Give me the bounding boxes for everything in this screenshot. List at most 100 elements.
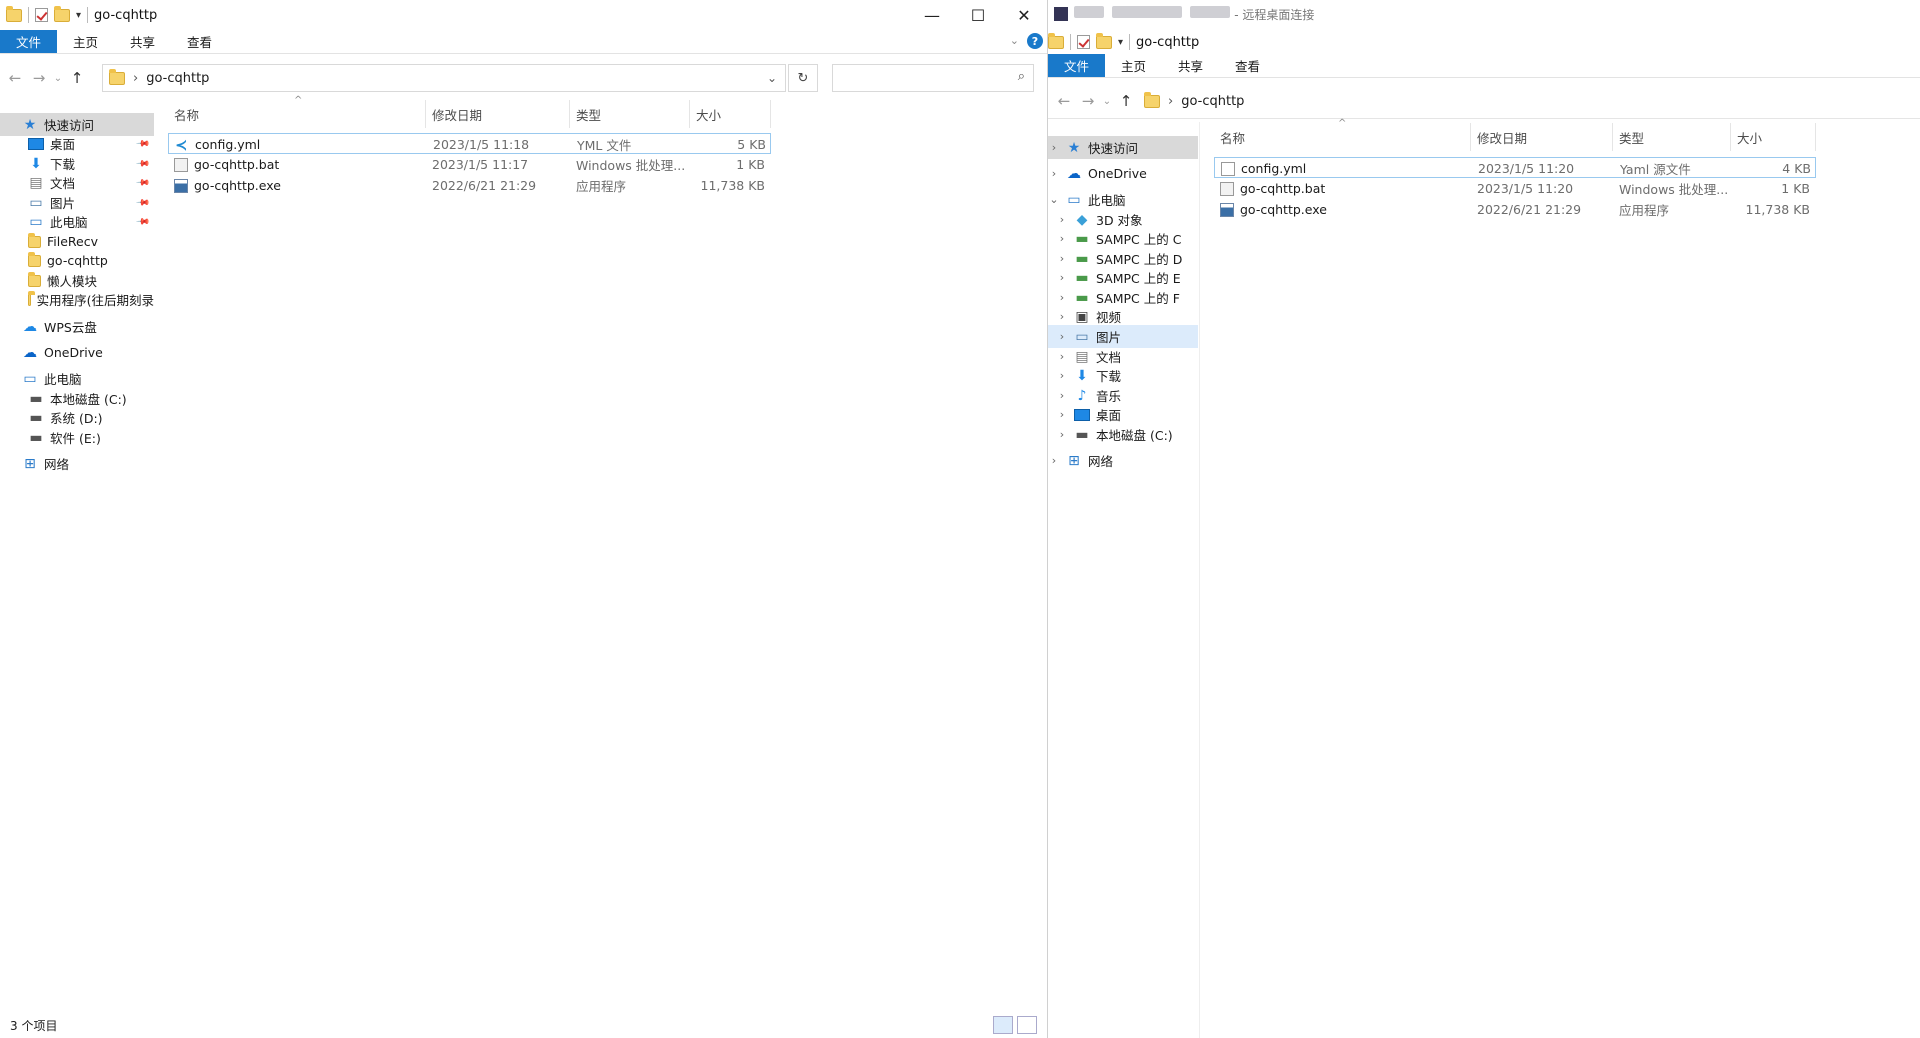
address-bar[interactable]: › go-cqhttp — [1144, 91, 1244, 109]
search-input[interactable]: ⌕ — [832, 64, 1034, 92]
nav-item[interactable]: ☁ OneDrive — [0, 341, 154, 364]
tab-home[interactable]: 主页 — [1105, 54, 1162, 77]
inner-title-bar[interactable]: ▾ go-cqhttp — [1048, 28, 1920, 56]
nav-item-label: 本地磁盘 (C:) — [1096, 428, 1173, 443]
new-folder-icon[interactable] — [1096, 32, 1112, 49]
back-button[interactable]: ← — [3, 69, 27, 87]
file-row[interactable]: go-cqhttp.bat 2023/1/5 11:20 Windows 批处理..… — [1214, 178, 1816, 199]
tab-view[interactable]: 查看 — [1219, 54, 1276, 77]
chevron-right-icon[interactable]: › — [1056, 271, 1068, 284]
customize-toolbar-icon[interactable]: ▾ — [76, 10, 81, 21]
chevron-right-icon[interactable]: › — [1056, 310, 1068, 323]
recent-locations-icon[interactable]: ⌄ — [1100, 96, 1114, 107]
customize-toolbar-icon[interactable]: ▾ — [1118, 37, 1123, 48]
file-row[interactable]: go-cqhttp.exe 2022/6/21 21:29 应用程序 11,738 K… — [168, 175, 771, 196]
details-view-icon[interactable] — [993, 1016, 1013, 1034]
column-type[interactable]: 类型 — [1613, 123, 1731, 151]
column-size[interactable]: 大小 — [690, 100, 771, 128]
nav-item[interactable]: › ▬ 本地磁盘 (C:) — [1048, 423, 1198, 446]
bat-icon — [1220, 181, 1234, 196]
up-button[interactable]: ↑ — [65, 69, 89, 87]
nav-item[interactable]: ▬ 软件 (E:) — [0, 426, 154, 449]
pin-icon: 📌 — [134, 174, 150, 191]
nav-item[interactable]: › ☁ OneDrive — [1048, 162, 1198, 185]
chevron-right-icon[interactable]: › — [1056, 350, 1068, 363]
nav-item[interactable]: › ★ 快速访问 — [1048, 136, 1198, 159]
chevron-right-icon[interactable]: › — [1056, 408, 1068, 421]
back-button[interactable]: ← — [1052, 92, 1076, 110]
onedrive-icon: ☁ — [1067, 165, 1081, 182]
column-name[interactable]: 名称 — [168, 100, 426, 128]
tab-home[interactable]: 主页 — [57, 30, 114, 53]
file-date-text: 2023/1/5 11:20 — [1477, 181, 1574, 196]
maximize-button[interactable]: ☐ — [955, 0, 1001, 30]
file-row[interactable]: go-cqhttp.bat 2023/1/5 11:17 Windows 批处理..… — [168, 154, 771, 175]
help-icon[interactable]: ? — [1027, 33, 1043, 49]
chevron-right-icon[interactable]: › — [1048, 454, 1060, 467]
properties-icon[interactable] — [1077, 35, 1090, 49]
remote-desktop-icon — [1054, 7, 1068, 21]
recent-locations-icon[interactable]: ⌄ — [51, 73, 65, 84]
tab-share[interactable]: 共享 — [114, 30, 171, 53]
refresh-icon: ↻ — [797, 70, 809, 86]
document-icon: ▤ — [1075, 348, 1089, 365]
chevron-right-icon[interactable]: › — [1048, 167, 1060, 180]
column-modified[interactable]: 修改日期 — [1471, 123, 1613, 151]
column-name[interactable]: 名称 — [1214, 123, 1471, 151]
nav-item-label: 此电脑 — [44, 372, 82, 387]
title-bar[interactable]: ▾ go-cqhttp — ☐ ✕ — [0, 0, 1047, 30]
minimize-button[interactable]: — — [909, 0, 955, 30]
pin-icon: 📌 — [134, 194, 150, 211]
address-dropdown-icon[interactable]: ⌄ — [767, 71, 777, 85]
nav-item[interactable]: ☁ WPS云盘 — [0, 315, 154, 338]
remote-title-bar[interactable]: - 远程桌面连接 — [1048, 0, 1920, 28]
yaml-icon — [1221, 161, 1235, 176]
up-button[interactable]: ↑ — [1114, 92, 1138, 110]
remote-desktop-window: - 远程桌面连接 ▾ go-cqhttp 文件 主页 共享 查看 ← → ⌄ ↑… — [1048, 0, 1920, 1038]
column-type[interactable]: 类型 — [570, 100, 690, 128]
expand-ribbon-icon[interactable]: ⌄ — [1010, 34, 1019, 47]
file-name-text: go-cqhttp.exe — [1240, 202, 1327, 217]
address-bar[interactable]: › go-cqhttp ⌄ — [102, 64, 786, 92]
nav-item[interactable]: 实用程序(往后期刻录 — [0, 288, 154, 311]
exe-icon — [174, 178, 188, 193]
nav-item[interactable]: ⊞ 网络 — [0, 452, 154, 475]
close-button[interactable]: ✕ — [1001, 0, 1047, 30]
file-row[interactable]: ≺ config.yml 2023/1/5 11:18 YML 文件 5 KB — [168, 133, 771, 154]
nav-item-label: SAMPC 上的 C — [1096, 232, 1182, 247]
ribbon-tabs: 文件 主页 共享 查看 — [1048, 54, 1920, 78]
chevron-right-icon[interactable]: › — [1056, 291, 1068, 304]
chevron-right-icon[interactable]: › — [1056, 428, 1068, 441]
chevron-right-icon[interactable]: › — [1056, 369, 1068, 382]
nav-item[interactable]: › ⊞ 网络 — [1048, 449, 1198, 472]
download-icon: ⬇ — [1076, 367, 1088, 384]
chevron-right-icon[interactable]: › — [1056, 330, 1068, 343]
properties-icon[interactable] — [35, 8, 48, 22]
large-icons-view-icon[interactable] — [1017, 1016, 1037, 1034]
column-modified[interactable]: 修改日期 — [426, 100, 570, 128]
chevron-down-icon[interactable]: ⌄ — [1048, 193, 1060, 206]
file-size-text: 5 KB — [737, 137, 766, 152]
new-folder-icon[interactable] — [54, 5, 70, 22]
tab-share[interactable]: 共享 — [1162, 54, 1219, 77]
network-icon: ⊞ — [1068, 452, 1080, 469]
tab-file[interactable]: 文件 — [1048, 54, 1106, 77]
forward-button[interactable]: → — [27, 69, 51, 87]
breadcrumb[interactable]: go-cqhttp — [146, 71, 209, 86]
chevron-right-icon[interactable]: › — [1056, 232, 1068, 245]
column-size[interactable]: 大小 — [1731, 123, 1816, 151]
nav-item-label: WPS云盘 — [44, 320, 97, 335]
file-type-text: 应用程序 — [576, 179, 627, 194]
chevron-right-icon[interactable]: › — [1056, 213, 1068, 226]
file-row[interactable]: config.yml 2023/1/5 11:20 Yaml 源文件 4 KB — [1214, 157, 1816, 178]
tab-view[interactable]: 查看 — [171, 30, 228, 53]
chevron-right-icon[interactable]: › — [1056, 252, 1068, 265]
breadcrumb[interactable]: go-cqhttp — [1181, 94, 1244, 109]
chevron-right-icon[interactable]: › — [1048, 141, 1060, 154]
tab-file[interactable]: 文件 — [0, 30, 58, 53]
chevron-right-icon[interactable]: › — [1056, 389, 1068, 402]
file-row[interactable]: go-cqhttp.exe 2022/6/21 21:29 应用程序 11,738 K… — [1214, 199, 1816, 220]
forward-button[interactable]: → — [1076, 92, 1100, 110]
network-drive-icon: ▬ — [1075, 289, 1089, 306]
refresh-button[interactable]: ↻ — [788, 64, 818, 92]
